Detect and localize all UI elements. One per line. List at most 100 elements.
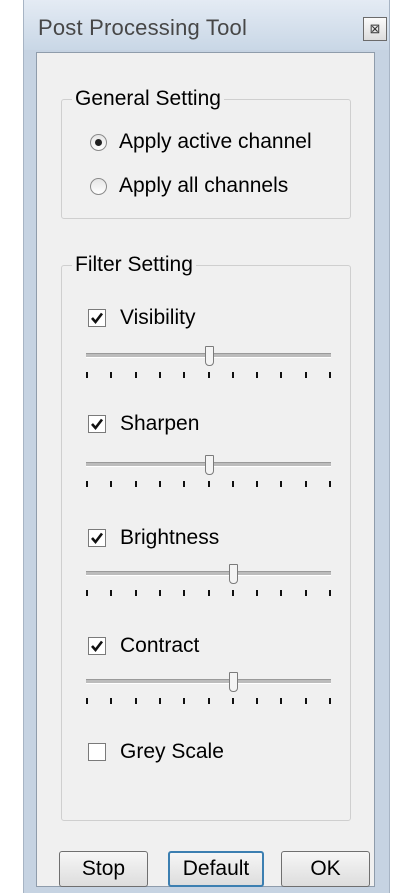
slider-tick <box>329 698 331 704</box>
slider-thumb[interactable] <box>204 346 214 366</box>
grey-scale-option[interactable]: Grey Scale <box>88 740 224 764</box>
visibility-checkbox[interactable] <box>88 309 106 327</box>
slider-ticks <box>86 590 331 596</box>
brightness-label: Brightness <box>120 526 220 549</box>
apply-all-channels-radio[interactable] <box>90 177 107 195</box>
apply-active-channel-radio[interactable] <box>90 133 107 151</box>
brightness-option[interactable]: Brightness <box>88 526 219 550</box>
apply-active-channel-option[interactable]: Apply active channel <box>90 130 312 154</box>
slider-tick <box>304 698 307 704</box>
general-setting-group: General Setting Apply active channel App… <box>61 86 351 219</box>
slider-ticks <box>86 372 331 378</box>
ok-button[interactable]: OK <box>281 851 370 887</box>
slider-tick <box>280 481 283 487</box>
filter-setting-group: Filter Setting Visibility Sharpen Bright… <box>61 252 351 821</box>
slider-tick <box>207 372 210 378</box>
ok-button-label: OK <box>310 857 341 880</box>
slider-tick <box>183 698 186 704</box>
slider-tick <box>207 590 210 596</box>
stop-button-label: Stop <box>81 857 126 880</box>
filter-setting-legend: Filter Setting <box>72 252 196 278</box>
slider-track <box>86 571 331 576</box>
slider-tick <box>158 590 161 596</box>
sharpen-checkbox[interactable] <box>88 415 106 433</box>
slider-tick <box>231 590 234 596</box>
slider-tick <box>207 698 210 704</box>
slider-tick <box>256 590 259 596</box>
slider-tick <box>256 481 259 487</box>
slider-tick <box>329 481 331 487</box>
contract-checkbox[interactable] <box>88 637 106 655</box>
slider-tick <box>86 698 88 704</box>
general-setting-legend: General Setting <box>72 86 224 112</box>
slider-tick <box>134 590 137 596</box>
slider-tick <box>207 481 210 487</box>
contract-option[interactable]: Contract <box>88 634 199 658</box>
slider-tick <box>158 372 161 378</box>
slider-tick <box>231 698 234 704</box>
checkmark-icon <box>91 312 104 325</box>
slider-tick <box>134 372 137 378</box>
title-bar[interactable]: Post Processing Tool ⊠ <box>24 0 389 50</box>
slider-tick <box>110 481 113 487</box>
slider-tick <box>183 481 186 487</box>
visibility-slider[interactable] <box>86 346 331 388</box>
slider-tick <box>110 590 113 596</box>
checkmark-icon <box>91 418 104 431</box>
slider-tick <box>183 590 186 596</box>
slider-tick <box>280 590 283 596</box>
default-button-label: Default <box>182 857 250 880</box>
slider-tick <box>256 372 259 378</box>
slider-ticks <box>86 698 331 704</box>
close-icon: ⊠ <box>369 21 381 36</box>
slider-tick <box>134 698 137 704</box>
window-title: Post Processing Tool <box>38 15 248 40</box>
slider-tick <box>304 372 307 378</box>
slider-track <box>86 679 331 684</box>
checkmark-icon <box>91 640 104 653</box>
slider-tick <box>231 481 234 487</box>
slider-tick <box>304 481 307 487</box>
brightness-checkbox[interactable] <box>88 529 106 547</box>
slider-tick <box>304 590 307 596</box>
sharpen-option[interactable]: Sharpen <box>88 412 199 436</box>
slider-tick <box>134 481 137 487</box>
slider-tick <box>280 372 283 378</box>
sharpen-label: Sharpen <box>120 412 200 435</box>
stop-button[interactable]: Stop <box>59 851 148 887</box>
slider-tick <box>329 372 331 378</box>
close-button[interactable]: ⊠ <box>363 17 387 41</box>
brightness-slider[interactable] <box>86 564 331 606</box>
slider-tick <box>110 372 113 378</box>
apply-active-channel-label: Apply active channel <box>119 130 312 153</box>
contract-label: Contract <box>120 634 200 657</box>
slider-tick <box>280 698 283 704</box>
slider-tick <box>256 698 259 704</box>
slider-tick <box>183 372 186 378</box>
slider-tick <box>86 372 88 378</box>
contract-slider[interactable] <box>86 672 331 714</box>
slider-tick <box>110 698 113 704</box>
grey-scale-checkbox[interactable] <box>88 743 106 761</box>
slider-tick <box>329 590 331 596</box>
checkmark-icon <box>91 532 104 545</box>
slider-tick <box>86 590 88 596</box>
post-processing-window: Post Processing Tool ⊠ General Setting A… <box>23 0 390 893</box>
slider-thumb[interactable] <box>229 672 238 692</box>
apply-all-channels-option[interactable]: Apply all channels <box>90 174 288 198</box>
slider-tick <box>158 698 161 704</box>
sharpen-slider[interactable] <box>86 455 331 497</box>
slider-tick <box>158 481 161 487</box>
visibility-label: Visibility <box>120 306 196 329</box>
radio-selected-dot <box>95 138 102 146</box>
slider-thumb[interactable] <box>204 455 214 475</box>
slider-ticks <box>86 481 331 487</box>
slider-tick <box>231 372 234 378</box>
visibility-option[interactable]: Visibility <box>88 306 195 330</box>
default-button[interactable]: Default <box>168 851 264 887</box>
slider-thumb[interactable] <box>229 564 238 584</box>
dialog-client-area: General Setting Apply active channel App… <box>36 52 375 887</box>
apply-all-channels-label: Apply all channels <box>119 174 289 197</box>
grey-scale-label: Grey Scale <box>120 740 224 763</box>
slider-tick <box>86 481 88 487</box>
